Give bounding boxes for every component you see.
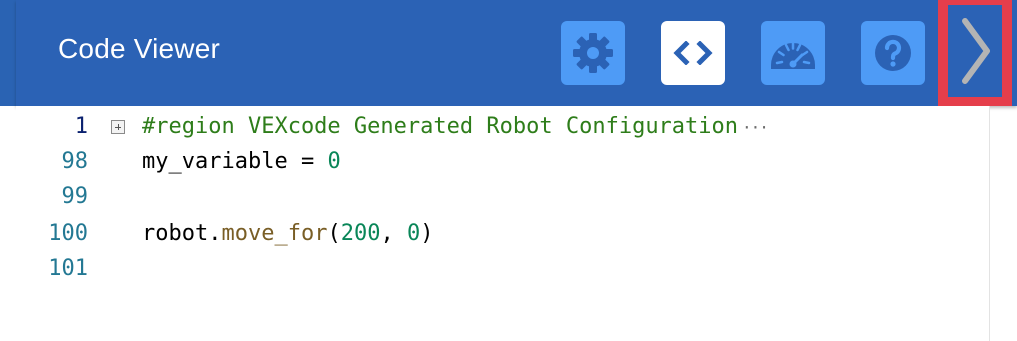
line-number: 101: [48, 256, 88, 281]
gear-icon: [573, 33, 613, 73]
folded-region-ellipsis[interactable]: ···: [742, 118, 769, 137]
code-number: 200: [340, 221, 381, 246]
code-comment: #region VEXcode Generated Robot Configur…: [142, 114, 739, 139]
code-function: move_for: [221, 221, 328, 246]
code-line: 101: [16, 251, 990, 287]
code-text[interactable]: robot.move_for(200, 0): [142, 216, 433, 252]
code-token: ): [420, 221, 434, 246]
code-number: 0: [327, 149, 341, 174]
line-number: 100: [48, 221, 88, 246]
code-token: my_variable =: [142, 149, 328, 174]
header-bar: Code Viewer: [16, 0, 1017, 106]
code-viewer-panel: Code Viewer 1 #region VEXcode Generated …: [0, 0, 1017, 341]
code-view-button[interactable]: [661, 21, 725, 85]
line-number: 1: [74, 114, 88, 139]
code-token: robot.: [142, 221, 222, 246]
code-token: (: [327, 221, 341, 246]
panel-title: Code Viewer: [58, 33, 220, 64]
code-editor[interactable]: 1 #region VEXcode Generated Robot Config…: [16, 106, 990, 341]
code-line: 99: [16, 179, 990, 215]
settings-button[interactable]: [561, 21, 625, 85]
collapse-button-inner: [948, 5, 1002, 97]
speedometer-icon: [771, 41, 815, 69]
collapse-panel-button[interactable]: [938, 0, 1012, 106]
code-brackets-icon: [673, 41, 713, 65]
dashboard-button[interactable]: [761, 21, 825, 85]
help-button[interactable]: [861, 21, 925, 85]
code-line: 100 robot.move_for(200, 0): [16, 216, 990, 252]
editor-scrollbar-track[interactable]: [989, 106, 990, 341]
line-number: 99: [61, 184, 89, 209]
question-mark-icon: [875, 35, 911, 71]
fold-expand-icon[interactable]: [111, 120, 125, 134]
code-line: 98 my_variable = 0: [16, 144, 990, 180]
line-number: 98: [61, 149, 89, 174]
code-line: 1 #region VEXcode Generated Robot Config…: [16, 109, 990, 145]
code-text[interactable]: my_variable = 0: [142, 144, 341, 180]
code-number: 0: [406, 221, 421, 246]
code-token: ,: [380, 221, 407, 246]
code-text[interactable]: #region VEXcode Generated Robot Configur…: [142, 109, 769, 146]
chevron-right-icon: [962, 18, 990, 84]
header-left-edge: [0, 0, 16, 106]
